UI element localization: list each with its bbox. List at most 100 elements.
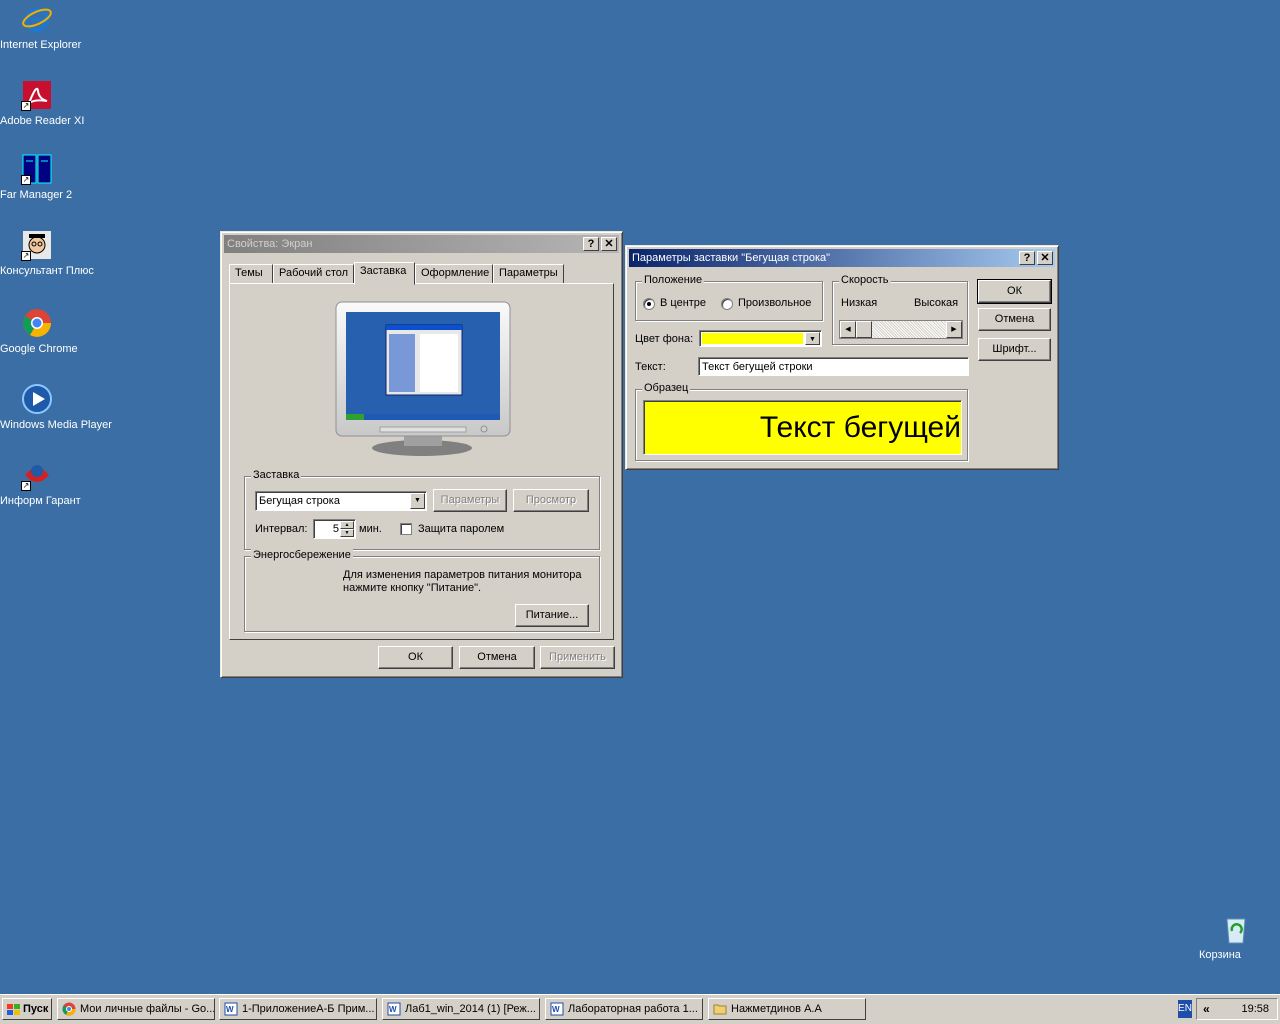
marquee-text-input[interactable]: Текст бегущей строки xyxy=(698,357,969,376)
bg-color-label: Цвет фона: xyxy=(635,333,694,345)
settings-button[interactable]: Параметры xyxy=(433,489,507,512)
recycle-bin-icon xyxy=(1220,913,1252,945)
tab-appearance[interactable]: Оформление xyxy=(415,264,493,284)
desktop-icon-label: Корзина xyxy=(1199,949,1241,961)
desktop-icon-media-player[interactable]: Windows Media Player xyxy=(0,383,112,431)
apply-button[interactable]: Применить xyxy=(540,646,615,669)
desktop-icon-adobe[interactable]: ↗ Adobe Reader XI xyxy=(0,79,84,127)
desktop-icon-label: Far Manager 2 xyxy=(0,189,73,201)
task-label: Лаб1_win_2014 (1) [Реж... xyxy=(405,1003,536,1015)
chevron-down-icon[interactable]: ▼ xyxy=(410,493,425,509)
desktop-icon-consultant[interactable]: ↗ Консультант Плюс xyxy=(0,229,94,277)
language-indicator[interactable]: EN xyxy=(1178,1000,1192,1018)
sample-group: Образец Текст бегущей xyxy=(635,382,968,461)
task-button-doc1[interactable]: W 1-ПриложениеА-Б Прим... xyxy=(219,998,377,1020)
sample-group-label: Образец xyxy=(642,382,691,394)
tab-page: Заставка Бегущая строка ▼ Параметры Прос… xyxy=(229,283,614,640)
desktop-icon-recycle-bin[interactable]: Корзина xyxy=(1199,913,1273,961)
scroll-thumb[interactable] xyxy=(856,321,872,338)
title-bar[interactable]: Свойства: Экран ? ✕ xyxy=(224,235,619,253)
task-button-doc3[interactable]: W Лабораторная работа 1... xyxy=(545,998,703,1020)
screensaver-select-value: Бегущая строка xyxy=(259,495,340,507)
help-button[interactable]: ? xyxy=(583,237,599,251)
position-group: Положение В центре Произвольное xyxy=(635,274,823,321)
scroll-left-icon[interactable]: ◀ xyxy=(840,321,856,338)
close-button[interactable]: ✕ xyxy=(601,237,617,251)
interval-label: Интервал: xyxy=(255,523,308,535)
chrome-icon xyxy=(21,307,53,339)
media-player-icon xyxy=(21,383,53,415)
font-button[interactable]: Шрифт... xyxy=(978,338,1051,361)
svg-text:W: W xyxy=(389,1005,397,1014)
tab-screensaver[interactable]: Заставка xyxy=(354,262,415,285)
spin-down-icon[interactable]: ▼ xyxy=(340,529,354,537)
folder-icon xyxy=(713,1002,727,1016)
svg-text:W: W xyxy=(552,1005,560,1014)
tab-themes[interactable]: Темы xyxy=(229,264,273,284)
password-checkbox[interactable] xyxy=(400,523,412,535)
word-icon: W xyxy=(387,1002,401,1016)
clock[interactable]: 19:58 xyxy=(1241,1003,1269,1015)
help-button[interactable]: ? xyxy=(1019,251,1035,265)
marquee-settings-dialog: Параметры заставки "Бегущая строка" ? ✕ … xyxy=(625,245,1059,470)
power-button[interactable]: Питание... xyxy=(515,604,589,627)
random-radio[interactable] xyxy=(721,298,733,310)
desktop-icon-ie[interactable]: Internet Explorer xyxy=(0,3,81,51)
screensaver-group-label: Заставка xyxy=(251,469,302,481)
task-label: 1-ПриложениеА-Б Прим... xyxy=(242,1003,375,1015)
ok-button[interactable]: ОК xyxy=(378,646,453,669)
tab-settings[interactable]: Параметры xyxy=(493,264,564,284)
spin-up-icon[interactable]: ▲ xyxy=(340,521,354,529)
window-title: Свойства: Экран xyxy=(227,238,313,250)
bg-color-select[interactable]: ▼ xyxy=(699,330,822,347)
sample-preview: Текст бегущей xyxy=(643,400,962,455)
cancel-button[interactable]: Отмена xyxy=(978,308,1051,331)
task-button-folder[interactable]: Нажметдинов А.А xyxy=(708,998,866,1020)
expand-tray-icon[interactable]: « xyxy=(1203,1002,1210,1016)
cancel-button[interactable]: Отмена xyxy=(459,646,535,669)
slow-label: Низкая xyxy=(841,297,878,309)
pdf-icon: ↗ xyxy=(21,79,53,111)
ok-button[interactable]: ОК xyxy=(977,279,1052,304)
position-group-label: Положение xyxy=(642,274,705,286)
desktop-icon-label: Консультант Плюс xyxy=(0,265,94,277)
task-button-doc2[interactable]: W Лаб1_win_2014 (1) [Реж... xyxy=(382,998,540,1020)
word-icon: W xyxy=(224,1002,238,1016)
display-properties-window: Свойства: Экран ? ✕ Темы Рабочий стол За… xyxy=(220,231,623,678)
taskbar: Пуск Мои личные файлы - Go... W 1-Прилож… xyxy=(0,994,1280,1024)
close-button[interactable]: ✕ xyxy=(1037,251,1053,265)
fast-label: Высокая xyxy=(914,297,959,309)
speed-scrollbar[interactable]: ◀ ▶ xyxy=(839,320,963,339)
desktop-icon-far[interactable]: ↗ Far Manager 2 xyxy=(0,153,74,201)
desktop-icon-label: Adobe Reader XI xyxy=(0,115,85,127)
desktop-icon-chrome[interactable]: Google Chrome xyxy=(0,307,78,355)
far-manager-icon: ↗ xyxy=(21,153,53,185)
screensaver-select[interactable]: Бегущая строка ▼ xyxy=(255,491,427,511)
start-button[interactable]: Пуск xyxy=(2,998,52,1020)
interval-unit: мин. xyxy=(359,523,382,535)
title-bar[interactable]: Параметры заставки "Бегущая строка" ? ✕ xyxy=(629,249,1055,267)
marquee-text-value: Текст бегущей строки xyxy=(702,361,813,373)
bg-color-swatch xyxy=(702,333,803,344)
task-button-chrome[interactable]: Мои личные файлы - Go... xyxy=(57,998,215,1020)
desktop-icon-label: Google Chrome xyxy=(0,343,78,355)
center-radio[interactable] xyxy=(643,298,655,310)
interval-stepper[interactable]: 5 ▲ ▼ xyxy=(313,519,356,539)
scroll-right-icon[interactable]: ▶ xyxy=(946,321,962,338)
screensaver-group: Заставка Бегущая строка ▼ Параметры Прос… xyxy=(244,469,600,550)
interval-value: 5 xyxy=(332,523,339,535)
chevron-down-icon[interactable]: ▼ xyxy=(805,332,820,345)
windows-logo-icon xyxy=(7,1003,20,1015)
energy-group-label: Энергосбережение xyxy=(251,549,353,561)
ie-icon xyxy=(21,3,53,35)
dialog-title: Параметры заставки "Бегущая строка" xyxy=(632,252,831,264)
desktop-icon-garant[interactable]: ↗ Информ Гарант xyxy=(0,459,81,507)
speed-group: Скорость Низкая Высокая ◀ ▶ xyxy=(832,274,968,345)
energy-group: Энергосбережение Для изменения параметро… xyxy=(244,549,600,632)
random-label: Произвольное xyxy=(738,297,812,309)
energy-text-2: нажмите кнопку "Питание". xyxy=(343,582,482,594)
desktop-icon-label: Информ Гарант xyxy=(0,495,81,507)
text-label: Текст: xyxy=(635,361,666,373)
tab-desktop[interactable]: Рабочий стол xyxy=(273,264,354,284)
preview-button[interactable]: Просмотр xyxy=(513,489,589,512)
